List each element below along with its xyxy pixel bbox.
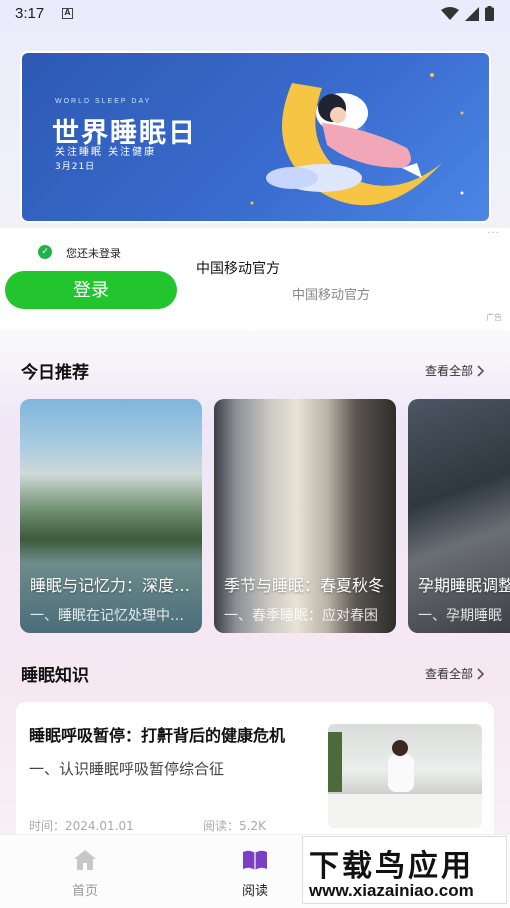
article-title: 睡眠呼吸暂停：打鼾背后的健康危机: [29, 726, 286, 745]
knowledge-article-card[interactable]: 睡眠呼吸暂停：打鼾背后的健康危机 一、认识睡眠呼吸暂停综合征 时间：2024.0…: [16, 702, 494, 842]
check-icon: ✓: [38, 245, 52, 259]
card-title: 睡眠与记忆力：深度解析: [30, 576, 194, 595]
signal-icon: [465, 6, 479, 21]
login-button[interactable]: 登录: [5, 271, 177, 309]
ad-not-logged-in-text: 您还未登录: [66, 247, 121, 260]
status-bar: 3:17 A: [0, 0, 510, 30]
ad-subtitle: 中国移动官方: [292, 288, 371, 303]
recommend-see-all-link[interactable]: 查看全部: [425, 362, 485, 379]
knowledge-see-all-link[interactable]: 查看全部: [425, 665, 485, 682]
world-sleep-day-banner[interactable]: WORLD SLEEP DAY 世界睡眠日 关注睡眠 关注健康 3月21日: [22, 53, 489, 221]
book-icon: [243, 850, 267, 870]
banner-subtitle: 关注睡眠 关注健康: [55, 147, 157, 158]
tab-reading[interactable]: 阅读: [195, 835, 315, 908]
battery-icon: [485, 6, 494, 21]
card-summary: 一、孕期睡眠: [418, 608, 502, 624]
article-date: 时间：2024.01.01: [29, 819, 134, 833]
section-title-knowledge: 睡眠知识: [21, 666, 89, 686]
card-summary: 一、春季睡眠：应对春困: [224, 608, 378, 624]
ad-title[interactable]: 中国移动官方: [196, 258, 280, 278]
recommend-card[interactable]: 季节与睡眠：春夏秋冬 一、春季睡眠：应对春困: [214, 399, 396, 633]
chevron-right-icon: [477, 364, 485, 377]
banner-en-text: WORLD SLEEP DAY: [55, 98, 152, 105]
watermark-logo: 下载鸟应用 www.xiazainiao.com: [302, 836, 507, 904]
tab-home[interactable]: 首页: [25, 835, 145, 908]
recommend-card[interactable]: 睡眠与记忆力：深度解析 一、睡眠在记忆处理中的作用: [20, 399, 202, 633]
tab-home-label: 首页: [71, 884, 98, 899]
card-summary: 一、睡眠在记忆处理中的作用: [30, 608, 194, 624]
see-all-label: 查看全部: [424, 364, 473, 378]
tab-reading-label: 阅读: [241, 884, 268, 899]
card-title: 季节与睡眠：春夏秋冬: [224, 576, 385, 595]
see-all-label: 查看全部: [424, 667, 473, 681]
watermark-line2: www.xiazainiao.com: [309, 881, 474, 900]
watermark-line1: 下载鸟应用: [309, 849, 474, 884]
home-icon: [74, 850, 96, 870]
article-thumbnail: [328, 724, 482, 828]
article-reads: 阅读：5.2K: [203, 819, 266, 833]
bed-illustration: [328, 732, 482, 828]
notification-icon: A: [62, 8, 73, 19]
ad-more-icon[interactable]: ···: [487, 228, 500, 239]
section-title-recommend: 今日推荐: [21, 363, 89, 383]
card-title: 孕期睡眠调整: [418, 576, 510, 595]
ad-tag: 广告: [486, 313, 502, 322]
status-time: 3:17: [15, 5, 45, 22]
wifi-icon: [441, 6, 459, 20]
chevron-right-icon: [477, 667, 485, 680]
recommend-card[interactable]: 孕期睡眠调整 一、孕期睡眠: [408, 399, 510, 633]
banner-date: 3月21日: [55, 162, 96, 172]
article-summary: 一、认识睡眠呼吸暂停综合征: [29, 760, 225, 778]
